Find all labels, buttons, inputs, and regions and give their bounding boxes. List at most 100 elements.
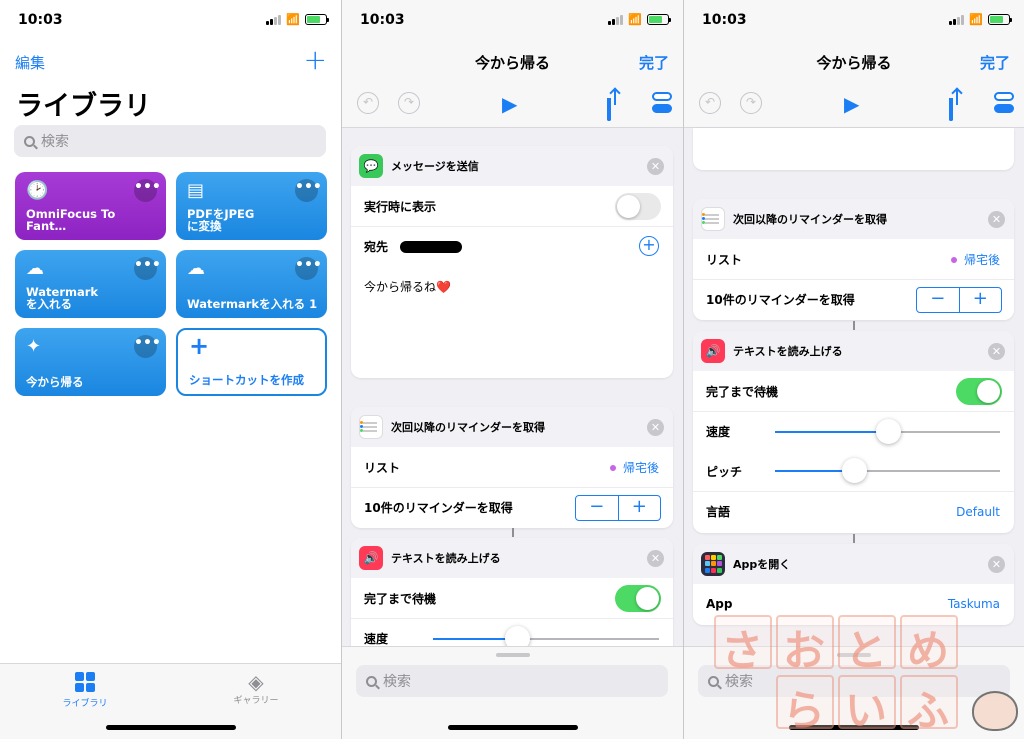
- tab-bar: ライブラリ ◈ ギャラリー: [0, 663, 341, 739]
- add-shortcut-button[interactable]: +: [304, 43, 327, 76]
- search-icon: [24, 135, 35, 147]
- shortcut-tile-going-home[interactable]: ✦ ••• 今から帰る: [15, 328, 166, 396]
- action-get-reminders: 次回以降のリマインダーを取得 ✕ リスト 帰宅後 10件のリマインダーを取得 −…: [693, 199, 1014, 320]
- create-shortcut-tile[interactable]: + ショートカットを作成: [176, 328, 327, 396]
- increment-button[interactable]: +: [619, 496, 661, 520]
- rate-row: 速度: [693, 411, 1014, 451]
- remove-action-icon[interactable]: ✕: [988, 556, 1005, 573]
- tile-label: PDFをJPEG に変換: [187, 207, 255, 233]
- action-title: 次回以降のリマインダーを取得: [391, 421, 545, 434]
- redo-icon[interactable]: ↷: [740, 92, 762, 114]
- action-title: メッセージを送信: [391, 160, 479, 173]
- list-row: リスト 帰宅後: [351, 447, 673, 487]
- tab-gallery[interactable]: ◈ ギャラリー: [216, 672, 296, 706]
- count-stepper[interactable]: − +: [916, 287, 1002, 313]
- shortcut-tile-watermark[interactable]: ☁ ••• Watermark を入れる: [15, 250, 166, 318]
- rate-knob-p3[interactable]: [875, 419, 901, 444]
- remove-action-icon[interactable]: ✕: [988, 343, 1005, 360]
- list-value[interactable]: 帰宅後: [950, 251, 1000, 268]
- row-label: App: [706, 597, 733, 611]
- more-button[interactable]: •••: [295, 179, 322, 202]
- list-value[interactable]: 帰宅後: [609, 459, 659, 476]
- remove-action-icon[interactable]: ✕: [647, 419, 664, 436]
- app-value[interactable]: Taskuma: [948, 597, 1000, 611]
- row-label: ピッチ: [706, 464, 743, 479]
- row-label: 実行時に表示: [364, 199, 437, 214]
- list-row: リスト 帰宅後: [693, 239, 1014, 279]
- grid-icon: [75, 672, 95, 692]
- rate-slider-p3[interactable]: [775, 419, 1000, 444]
- action-search-sheet: 検索: [342, 646, 683, 739]
- speaker-icon: 🔊: [359, 546, 383, 570]
- done-button[interactable]: 完了: [980, 52, 1010, 73]
- search-placeholder: 検索: [41, 134, 69, 150]
- wait-until-finished-toggle[interactable]: [615, 585, 661, 612]
- done-button[interactable]: 完了: [639, 52, 669, 73]
- wifi-icon: 📶: [286, 13, 300, 26]
- undo-icon[interactable]: ↶: [699, 92, 721, 114]
- tile-label: 今から帰る: [26, 375, 84, 389]
- shortcut-tile-omnifocus[interactable]: 🕑 ••• OmniFocus To Fant…: [15, 172, 166, 240]
- share-icon[interactable]: [949, 98, 953, 121]
- play-icon[interactable]: ▶: [502, 92, 517, 116]
- status-bar: 10:03 📶: [342, 0, 683, 40]
- rate-slider[interactable]: [433, 626, 659, 651]
- language-row: 言語 Default: [693, 491, 1014, 531]
- sheet-grabber[interactable]: [495, 653, 530, 657]
- pitch-slider[interactable]: [775, 458, 1000, 483]
- status-time: 10:03: [18, 12, 63, 28]
- tab-label: ギャラリー: [233, 696, 279, 706]
- actions-search-field[interactable]: 検索: [356, 665, 668, 697]
- language-value[interactable]: Default: [956, 505, 1000, 519]
- tab-label: ライブラリ: [62, 699, 108, 709]
- add-recipient-button[interactable]: +: [639, 236, 659, 256]
- message-body-row[interactable]: 今から帰るね❤️: [351, 266, 673, 306]
- play-icon[interactable]: ▶: [844, 92, 859, 116]
- decrement-button[interactable]: −: [576, 496, 619, 520]
- pitch-knob[interactable]: [841, 458, 867, 483]
- row-label: リスト: [706, 252, 743, 267]
- remove-action-icon[interactable]: ✕: [647, 158, 664, 175]
- share-icon[interactable]: [607, 98, 611, 121]
- action-title: テキストを読み上げる: [391, 552, 501, 565]
- more-button[interactable]: •••: [295, 257, 322, 280]
- wait-until-finished-toggle[interactable]: [956, 378, 1002, 405]
- undo-icon[interactable]: ↶: [357, 92, 379, 114]
- remove-action-icon[interactable]: ✕: [647, 550, 664, 567]
- row-label: 10件のリマインダーを取得: [364, 501, 513, 515]
- status-time: 10:03: [360, 12, 405, 28]
- cellular-signal-icon: [608, 14, 624, 25]
- tile-label: ショートカットを作成: [189, 373, 304, 387]
- home-indicator: [105, 725, 236, 730]
- action-send-message: 💬 メッセージを送信 ✕ 実行時に表示 宛先 + 今から帰るね❤️: [351, 146, 673, 378]
- show-when-run-toggle[interactable]: [615, 193, 661, 220]
- editor-screen-top: 10:03 📶 今から帰る 完了 ↶ ↷ ▶ 💬 メッセージを送信 ✕ 実行時に…: [342, 0, 683, 739]
- search-field[interactable]: 検索: [14, 125, 326, 157]
- mascot-avatar: [972, 691, 1018, 731]
- search-placeholder: 検索: [725, 674, 753, 690]
- more-button[interactable]: •••: [134, 179, 161, 202]
- more-button[interactable]: •••: [134, 335, 161, 358]
- editor-nav-bar: 今から帰る 完了 ↶ ↷ ▶: [684, 40, 1024, 128]
- page-title: ライブラリ: [16, 91, 151, 122]
- decrement-button[interactable]: −: [917, 288, 960, 312]
- message-body[interactable]: 今から帰るね❤️: [364, 278, 451, 295]
- cellular-signal-icon: [949, 14, 965, 25]
- edit-button[interactable]: 編集: [15, 52, 45, 73]
- home-indicator: [447, 725, 578, 730]
- count-row: 10件のリマインダーを取得 − +: [351, 487, 673, 527]
- action-get-reminders: 次回以降のリマインダーを取得 ✕ リスト 帰宅後 10件のリマインダーを取得 −…: [351, 407, 673, 528]
- shortcut-tile-watermark-1[interactable]: ☁ ••• Watermarkを入れる 1: [176, 250, 327, 318]
- row-label: 完了まで待機: [364, 591, 437, 606]
- tab-library[interactable]: ライブラリ: [45, 672, 125, 709]
- redo-icon[interactable]: ↷: [398, 92, 420, 114]
- pitch-row: ピッチ: [693, 451, 1014, 491]
- more-button[interactable]: •••: [134, 257, 161, 280]
- remove-action-icon[interactable]: ✕: [988, 211, 1005, 228]
- battery-icon: [988, 14, 1012, 25]
- increment-button[interactable]: +: [960, 288, 1002, 312]
- shortcut-title: 今から帰る: [474, 54, 550, 72]
- message-card-bottom: [693, 128, 1014, 170]
- count-stepper[interactable]: − +: [575, 495, 661, 521]
- shortcut-tile-pdf-to-jpeg[interactable]: ▤ ••• PDFをJPEG に変換: [176, 172, 327, 240]
